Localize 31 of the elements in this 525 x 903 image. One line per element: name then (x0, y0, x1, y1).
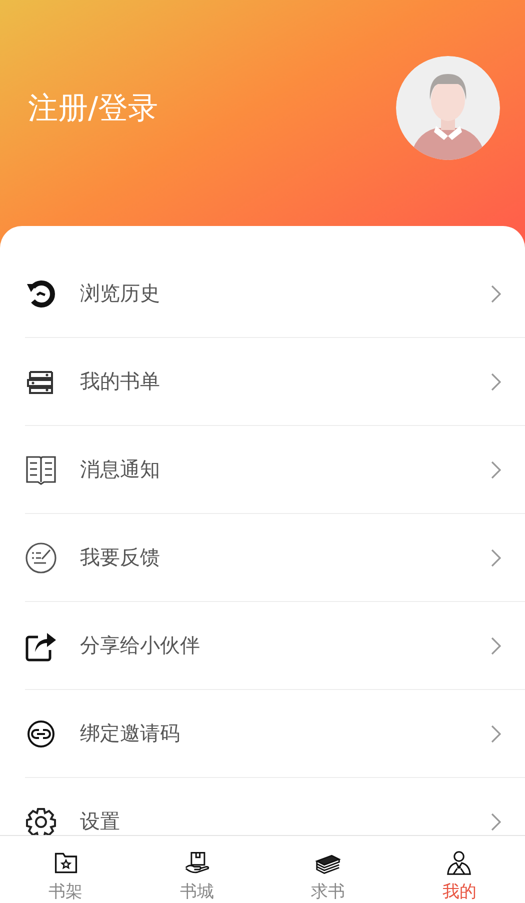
chevron-right-icon (491, 460, 501, 478)
menu-label: 浏览历史 (80, 280, 161, 307)
menu-label: 分享给小伙伴 (80, 632, 201, 659)
menu-label: 我的书单 (80, 368, 161, 395)
tab[interactable]: 书城 (131, 836, 262, 903)
tab[interactable]: 我的 (394, 836, 525, 903)
menu-item[interactable]: 分享给小伙伴 (25, 602, 525, 690)
menu-item[interactable]: 消息通知 (25, 426, 525, 514)
menu-item[interactable]: 我要反馈 (25, 514, 525, 602)
history-icon (25, 278, 57, 310)
person-icon (445, 850, 474, 876)
checklist-icon (25, 542, 57, 574)
hand-box-icon (182, 850, 211, 876)
open-book-icon (25, 454, 57, 486)
menu-item[interactable]: 绑定邀请码 (25, 690, 525, 778)
tab[interactable]: 求书 (262, 836, 394, 903)
chevron-right-icon (491, 372, 501, 390)
chevron-right-icon (491, 812, 501, 830)
settings-icon (25, 806, 57, 835)
tab[interactable]: 书架 (0, 836, 132, 903)
menu-item[interactable]: 浏览历史 (25, 250, 525, 338)
chevron-right-icon (491, 284, 501, 302)
chevron-right-icon (491, 724, 501, 742)
menu-label: 消息通知 (80, 456, 161, 483)
menu-label: 设置 (80, 808, 121, 835)
link-icon (25, 718, 57, 750)
menu-label: 绑定邀请码 (80, 720, 181, 747)
menu-item[interactable]: 我的书单 (25, 338, 525, 426)
menu-label: 我要反馈 (80, 544, 161, 571)
chevron-right-icon (491, 636, 501, 654)
chevron-right-icon (491, 548, 501, 566)
